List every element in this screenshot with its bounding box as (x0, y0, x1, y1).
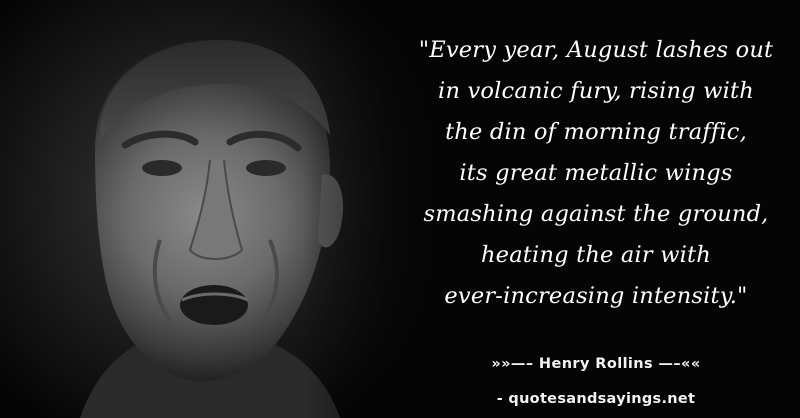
quote-line: heating the air with (480, 242, 711, 268)
quote-card: "Every year, August lashes out in volcan… (0, 0, 800, 418)
quote-line: its great metallic wings (459, 160, 733, 186)
source-watermark: - quotesandsayings.net (496, 391, 696, 407)
quote-line: the din of morning traffic, (445, 119, 747, 145)
quote-line: in volcanic fury, rising with (438, 78, 754, 104)
quote-line: "Every year, August lashes out (418, 37, 774, 63)
quote-line: smashing against the ground, (423, 201, 769, 227)
quote-line: ever-increasing intensity." (444, 283, 748, 309)
author-attribution: »»—– Henry Rollins —–«« (491, 356, 701, 372)
quote-text: "Every year, August lashes out in volcan… (400, 30, 792, 317)
